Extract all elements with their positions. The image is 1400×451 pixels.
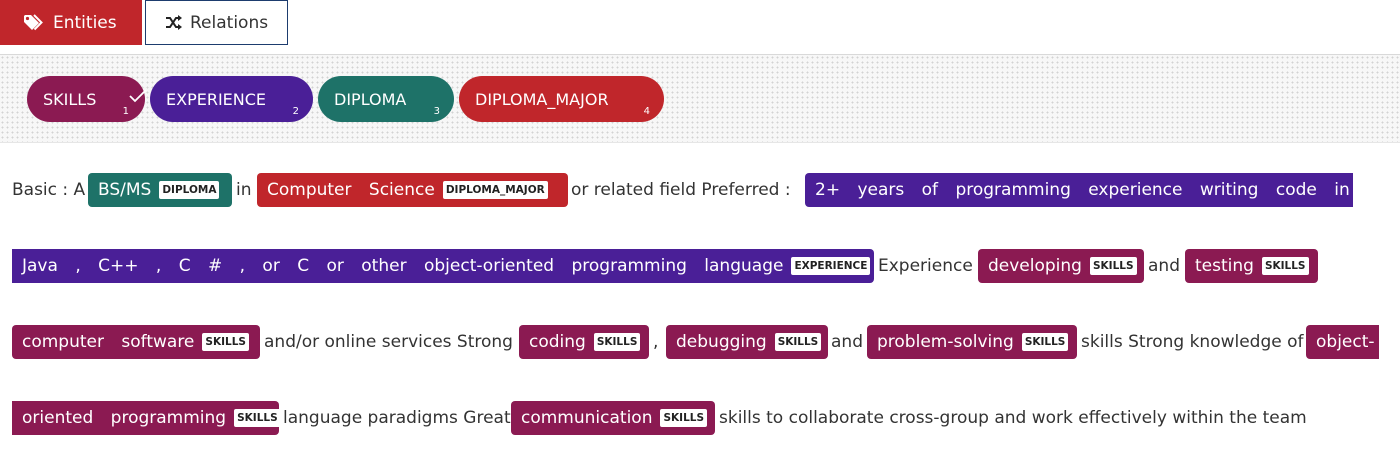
doc-text: Basic : A xyxy=(12,180,86,200)
entity-span-diploma-major[interactable]: Computer Science DIPLOMA_MAJOR xyxy=(257,173,568,207)
label-experience-shortcut: 2 xyxy=(292,106,299,117)
entity-text: coding xyxy=(529,332,586,352)
entity-text: 2+ years of programming experience writi… xyxy=(815,180,1350,200)
entity-tag: SKILLS xyxy=(660,409,708,427)
label-skills-name: SKILLS xyxy=(43,89,97,109)
entity-span-diploma[interactable]: BS/MS DIPLOMA xyxy=(88,173,232,207)
entity-tag: DIPLOMA_MAJOR xyxy=(442,181,548,199)
label-diploma-major-name: DIPLOMA_MAJOR xyxy=(475,89,609,109)
doc-line: oriented programming SKILLS language par… xyxy=(0,401,1400,435)
doc-line: Basic : A BS/MS DIPLOMA in Computer Scie… xyxy=(0,173,1400,207)
doc-text: , xyxy=(653,332,659,352)
label-diploma-shortcut: 3 xyxy=(433,106,440,117)
entity-span-skills[interactable]: computer software SKILLS xyxy=(12,325,260,359)
entity-text: communication xyxy=(521,408,653,428)
label-diploma-major[interactable]: DIPLOMA_MAJOR 4 xyxy=(459,76,664,122)
label-experience-name: EXPERIENCE xyxy=(166,89,267,109)
entity-text: object- xyxy=(1316,332,1375,352)
entity-tag: SKILLS xyxy=(774,333,822,351)
entity-text: Java , C++ , C # , or C or other object-… xyxy=(22,256,784,276)
shuffle-icon xyxy=(165,15,182,30)
entity-tag: SKILLS xyxy=(1261,257,1309,275)
entity-tag: SKILLS xyxy=(202,333,249,351)
entity-tag: SKILLS xyxy=(1089,257,1137,275)
entity-span-skills[interactable]: communication SKILLS xyxy=(511,401,715,435)
doc-line: computer software SKILLS and/or online s… xyxy=(0,325,1400,359)
entity-tag: EXPERIENCE xyxy=(791,257,871,275)
entity-span-skills[interactable]: testing SKILLS xyxy=(1185,249,1318,283)
entity-span-skills[interactable]: object- xyxy=(1306,325,1379,359)
view-tabs: Entities Relations xyxy=(0,0,1400,46)
doc-text: in xyxy=(236,180,252,200)
doc-text: skills to collaborate cross-group and wo… xyxy=(719,408,1307,428)
entity-text: developing xyxy=(988,256,1082,276)
entity-text: BS/MS xyxy=(98,180,152,200)
tab-entities[interactable]: Entities xyxy=(0,0,142,45)
entity-span-skills[interactable]: coding SKILLS xyxy=(519,325,649,359)
doc-text: skills Strong knowledge of xyxy=(1081,332,1304,352)
entity-span-skills[interactable]: debugging SKILLS xyxy=(666,325,828,359)
tab-relations-label: Relations xyxy=(190,12,269,33)
doc-text: and xyxy=(1148,256,1180,276)
doc-text: or related field Preferred : xyxy=(571,180,791,200)
entity-text: computer software xyxy=(22,332,195,352)
label-bar: SKILLS 1 EXPERIENCE 2 DIPLOMA 3 DIPLOMA_… xyxy=(0,54,1400,143)
doc-text: language paradigms Great xyxy=(283,408,511,428)
label-diploma-name: DIPLOMA xyxy=(334,89,407,109)
tags-icon xyxy=(23,13,46,32)
doc-text: Experience xyxy=(878,256,973,276)
entity-span-skills[interactable]: problem-solving SKILLS xyxy=(867,325,1077,359)
entity-tag: DIPLOMA xyxy=(159,181,220,199)
doc-text: and/or online services Strong xyxy=(264,332,513,352)
entity-text: oriented programming xyxy=(22,408,227,428)
annotation-document: Basic : A BS/MS DIPLOMA in Computer Scie… xyxy=(0,143,1400,451)
entity-text: Computer Science xyxy=(267,180,435,200)
entity-tag: SKILLS xyxy=(1021,333,1069,351)
check-icon xyxy=(129,88,147,107)
entity-text: testing xyxy=(1195,256,1254,276)
tab-relations[interactable]: Relations xyxy=(145,0,288,45)
label-diploma-major-shortcut: 4 xyxy=(643,106,650,117)
entity-span-skills[interactable]: developing SKILLS xyxy=(978,249,1144,283)
label-diploma[interactable]: DIPLOMA 3 xyxy=(318,76,454,122)
entity-span-skills[interactable]: oriented programming SKILLS xyxy=(12,401,281,435)
tab-entities-label: Entities xyxy=(53,12,117,33)
label-skills-shortcut: 1 xyxy=(122,106,129,117)
label-skills[interactable]: SKILLS 1 xyxy=(27,76,147,122)
doc-line: Java , C++ , C # , or C or other object-… xyxy=(0,249,1400,283)
entity-text: debugging xyxy=(676,332,767,352)
entity-text: problem-solving xyxy=(877,332,1014,352)
label-experience[interactable]: EXPERIENCE 2 xyxy=(150,76,313,122)
entity-tag: SKILLS xyxy=(593,333,641,351)
entity-span-experience[interactable]: Java , C++ , C # , or C or other object-… xyxy=(12,249,874,283)
doc-text: and xyxy=(831,332,863,352)
entity-span-experience[interactable]: 2+ years of programming experience writi… xyxy=(805,173,1353,207)
entity-tag: SKILLS xyxy=(234,409,281,427)
